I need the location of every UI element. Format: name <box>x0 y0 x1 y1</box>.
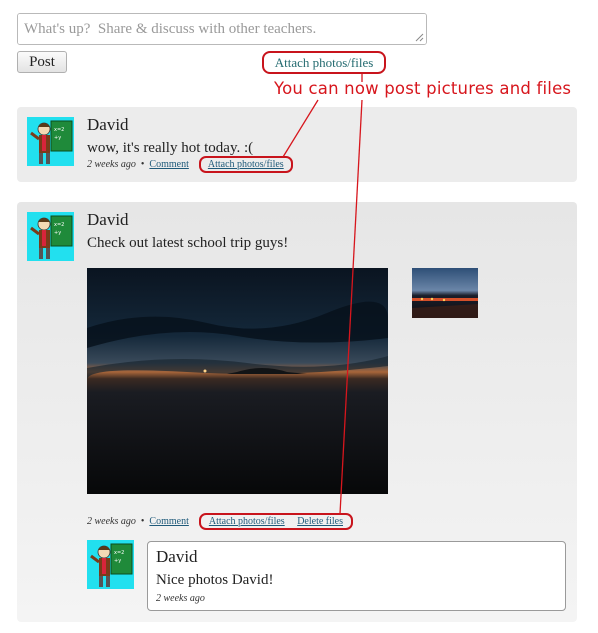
post-time: 2 weeks ago <box>87 516 136 527</box>
post-meta: 2 weeks ago • Comment Attach photos/file… <box>87 156 293 173</box>
teacher-avatar-icon: x=2 +y <box>27 117 74 166</box>
separator-dot: • <box>138 159 147 170</box>
post-meta: 2 weeks ago • Comment Attach photos/file… <box>87 513 353 530</box>
comment-link[interactable]: Comment <box>149 159 188 170</box>
separator-dot: • <box>138 516 147 527</box>
post-text: wow, it's really hot today. :( <box>87 140 254 156</box>
attach-files-link[interactable]: Attach photos/files <box>209 516 285 527</box>
status-input[interactable] <box>17 13 427 45</box>
svg-text:x=2: x=2 <box>54 127 64 133</box>
attach-files-link[interactable]: Attach photos/files <box>262 51 386 74</box>
comment-author[interactable]: David <box>156 547 198 567</box>
harbor-photo <box>412 268 478 318</box>
composer <box>17 13 427 45</box>
annotation-text: You can now post pictures and files <box>274 79 572 98</box>
comment-avatar[interactable]: x=2 +y <box>87 540 134 589</box>
comment-time: 2 weeks ago <box>156 593 205 604</box>
teacher-avatar-icon: x=2 +y <box>27 212 74 261</box>
attach-files-link[interactable]: Attach photos/files <box>198 156 293 173</box>
comment-text: Nice photos David! <box>156 572 274 588</box>
svg-text:+y: +y <box>54 230 61 236</box>
comment-item: David Nice photos David! 2 weeks ago <box>147 541 566 611</box>
post-text: Check out latest school trip guys! <box>87 235 289 251</box>
svg-text:+y: +y <box>114 558 121 564</box>
file-actions-box: Attach photos/files Delete files <box>198 513 353 530</box>
post-button[interactable]: Post <box>17 51 67 73</box>
comment-link[interactable]: Comment <box>149 516 188 527</box>
sunset-photo <box>87 268 388 494</box>
svg-text:x=2: x=2 <box>54 222 64 228</box>
comment-meta: 2 weeks ago <box>156 593 205 604</box>
post-card: x=2 +y David wow, it's really hot today.… <box>17 107 577 182</box>
svg-text:+y: +y <box>54 135 61 141</box>
post-time: 2 weeks ago <box>87 159 136 170</box>
post-author[interactable]: David <box>87 210 129 230</box>
avatar[interactable]: x=2 +y <box>27 212 74 261</box>
delete-files-link[interactable]: Delete files <box>297 516 343 527</box>
post-photo[interactable] <box>87 268 388 494</box>
avatar[interactable]: x=2 +y <box>27 117 74 166</box>
post-author[interactable]: David <box>87 115 129 135</box>
svg-text:x=2: x=2 <box>114 550 124 556</box>
post-photo-thumbnail[interactable] <box>412 268 478 318</box>
resize-grip-icon[interactable] <box>415 33 424 42</box>
teacher-avatar-icon: x=2 +y <box>87 540 134 589</box>
